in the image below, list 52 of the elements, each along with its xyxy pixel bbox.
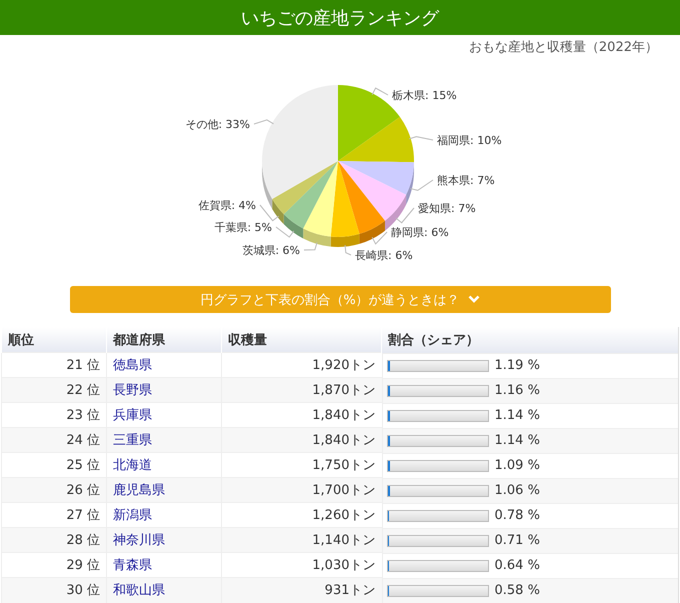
slice-label: 静岡県: 6% [391,226,449,239]
share-value: 1.06 % [494,483,540,498]
leader-line [276,226,294,238]
slice-label: その他: 33% [185,118,250,131]
amount-cell: 1,870トン [222,378,382,402]
prefecture-link[interactable]: 徳島県 [113,358,152,373]
slice-label: 福岡県: 10% [437,134,502,147]
rank-cell: 26 位 [2,478,106,502]
leader-line [304,242,318,250]
share-value: 0.71 % [494,533,540,548]
rank-cell: 22 位 [2,378,106,402]
page-title: いちごの産地ランキング [241,6,439,30]
slice-label: 長崎県: 6% [355,249,413,262]
share-value: 0.78 % [494,508,540,523]
prefecture-link[interactable]: 北海道 [113,458,152,473]
amount-cell: 1,700トン [222,478,382,502]
amount-cell: 1,140トン [222,528,382,552]
leader-line [395,208,414,224]
column-header: 都道府県 [106,327,222,352]
amount-cell: 931トン [222,578,382,602]
slice-label: 愛知県: 7% [418,202,476,215]
leader-line [372,87,388,96]
slice-label: 佐賀県: 4% [198,199,256,212]
chart-subtitle: おもな産地と収穫量（2022年） [468,40,658,55]
share-value: 0.64 % [494,558,540,573]
leader-line [344,244,352,256]
prefecture-link[interactable]: 青森県 [113,558,152,573]
share-value: 1.14 % [494,433,540,448]
slice-label: 栃木県: 15% [392,89,457,102]
prefecture-link[interactable]: 新潟県 [113,508,152,523]
amount-cell: 1,840トン [222,428,382,452]
leader-line [260,204,280,222]
slice-label: 熊本県: 7% [437,174,495,187]
share-value: 1.19 % [494,358,540,373]
leader-line [372,232,388,245]
rank-cell: 28 位 [2,528,106,552]
rank-cell: 30 位 [2,578,106,602]
share-value: 0.58 % [494,583,540,598]
column-header: 割合（シェア） [382,327,678,352]
column-header: 順位 [2,327,106,352]
leader-line [410,180,434,191]
rank-cell: 24 位 [2,428,106,452]
share-value: 1.14 % [494,408,540,423]
leader-line [254,119,274,124]
slice-label: 千葉県: 5% [214,221,272,234]
leader-line [408,136,434,140]
chevron-icon [468,295,480,304]
share-value: 1.16 % [494,383,540,398]
share-value: 1.09 % [494,458,540,473]
column-header: 収穫量 [222,327,382,352]
prefecture-link[interactable]: 兵庫県 [113,408,152,423]
slice-label: 茨城県: 6% [242,244,300,257]
